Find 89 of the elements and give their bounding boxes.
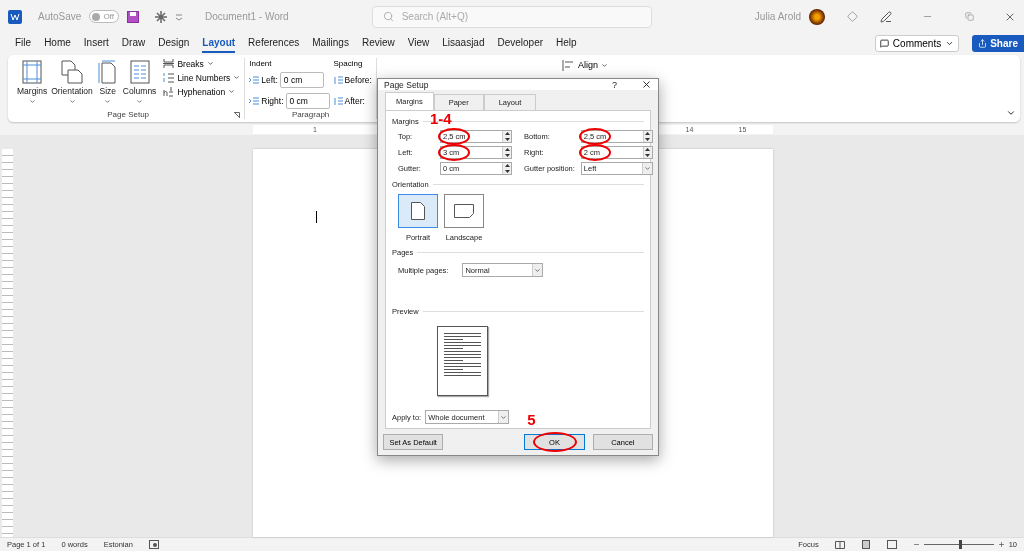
landscape-page-icon — [454, 204, 474, 218]
caret-icon — [28, 98, 36, 105]
section-label: Spacing — [333, 58, 364, 68]
avatar[interactable] — [809, 8, 825, 25]
indent-field[interactable]: 0 cm — [279, 72, 324, 89]
field-label: Left: — [261, 75, 278, 86]
page-size-icon — [96, 60, 119, 84]
annotation-label: 5 — [527, 411, 536, 428]
spin-buttons[interactable] — [502, 163, 511, 174]
dialog-title: Page Setup — [384, 79, 429, 90]
caret-icon — [534, 266, 542, 274]
web-layout-icon[interactable] — [886, 540, 897, 549]
portrait-page-icon — [411, 202, 425, 220]
collapse-ribbon-icon[interactable] — [1006, 108, 1016, 118]
snowflake-icon[interactable] — [154, 10, 167, 23]
spacing-icon — [333, 96, 343, 106]
group-label: Paragraph — [291, 110, 330, 119]
menu-tab[interactable]: View — [407, 33, 430, 53]
columns-icon — [129, 60, 150, 84]
section-label: Indent — [249, 58, 273, 68]
breaks-icon — [163, 58, 175, 69]
indent-icon — [249, 76, 260, 85]
menu-tab[interactable]: Mailings — [312, 33, 349, 53]
field-label: Before: — [344, 75, 372, 86]
customize-icon[interactable] — [174, 12, 183, 21]
caret-icon — [500, 413, 508, 421]
zoom-thumb[interactable] — [958, 540, 962, 549]
spin-buttons[interactable] — [642, 147, 652, 158]
caret-icon — [104, 98, 112, 105]
menu-tab[interactable]: Insert — [83, 33, 109, 53]
menu-tab[interactable]: Review — [361, 33, 395, 53]
align-icon — [561, 60, 574, 71]
save-icon[interactable] — [126, 10, 139, 23]
autosave-label: AutoSave — [38, 11, 82, 22]
ribbon-button[interactable]: Orientation — [50, 58, 94, 110]
document-title: Document1 - Word — [204, 11, 289, 22]
caret-icon — [136, 98, 144, 105]
group-label: Page Setup — [107, 110, 150, 119]
hyphenation-icon — [163, 86, 175, 97]
spin-buttons[interactable] — [502, 131, 511, 142]
share-button[interactable]: Share — [972, 34, 1024, 52]
indent-icon — [249, 96, 260, 106]
caret-icon — [643, 165, 651, 172]
comments-button[interactable]: Comments — [874, 34, 960, 52]
menu-tab[interactable]: Layout — [202, 33, 236, 53]
comment-icon — [879, 38, 889, 48]
ribbon-button[interactable]: Margins — [16, 58, 49, 110]
menu-tab[interactable]: References — [248, 33, 300, 53]
field-label: After: — [344, 96, 365, 107]
caret-icon — [206, 60, 214, 67]
read-mode-icon[interactable] — [834, 540, 845, 549]
ribbon-button[interactable]: Size — [95, 58, 120, 110]
zoom-in-icon[interactable] — [997, 541, 1005, 548]
spin-buttons[interactable] — [502, 147, 511, 158]
ribbon-button[interactable]: Columns — [121, 58, 158, 110]
pen-icon[interactable] — [880, 10, 892, 23]
print-layout-icon[interactable] — [860, 540, 871, 549]
menu-tab[interactable]: Home — [44, 33, 71, 53]
menu-tab[interactable]: Draw — [121, 33, 146, 53]
menu-tab[interactable]: Lisaasjad — [442, 33, 485, 53]
word-logo-icon — [8, 9, 22, 24]
caret-icon — [68, 98, 76, 105]
margins-icon — [21, 60, 44, 84]
dialog-launcher-icon[interactable] — [234, 112, 241, 118]
page-preview-drawing — [437, 326, 488, 396]
caret-icon — [600, 61, 608, 69]
ribbon-button[interactable]: Align — [577, 60, 608, 70]
spacing-icon — [333, 76, 343, 85]
ribbon-button[interactable]: Breaks — [163, 58, 241, 69]
line-numbers-icon — [163, 72, 175, 83]
ribbon-button[interactable]: Line Numbers — [163, 72, 241, 83]
menu-tab[interactable]: File — [15, 33, 32, 53]
menu-tab[interactable]: Developer — [497, 33, 544, 53]
ribbon-button[interactable]: Hyphenation — [163, 86, 241, 97]
user-name: Julia Arold — [754, 11, 801, 22]
field-label: Right: — [261, 96, 284, 107]
spin-buttons[interactable] — [642, 131, 652, 142]
annotation-label: 1-4 — [430, 110, 452, 127]
help-button[interactable]: ? — [612, 79, 617, 90]
accessibility-icon[interactable] — [148, 540, 159, 549]
menu-tab[interactable]: Design — [158, 33, 190, 53]
orientation-icon — [60, 60, 85, 84]
share-icon — [978, 38, 988, 48]
menu-tab[interactable]: Help — [556, 33, 577, 53]
text-cursor — [316, 211, 317, 223]
search-icon — [382, 11, 394, 22]
zoom-out-icon[interactable] — [912, 541, 920, 548]
close-icon[interactable] — [641, 79, 652, 90]
indent-field[interactable]: 0 cm — [285, 93, 330, 110]
